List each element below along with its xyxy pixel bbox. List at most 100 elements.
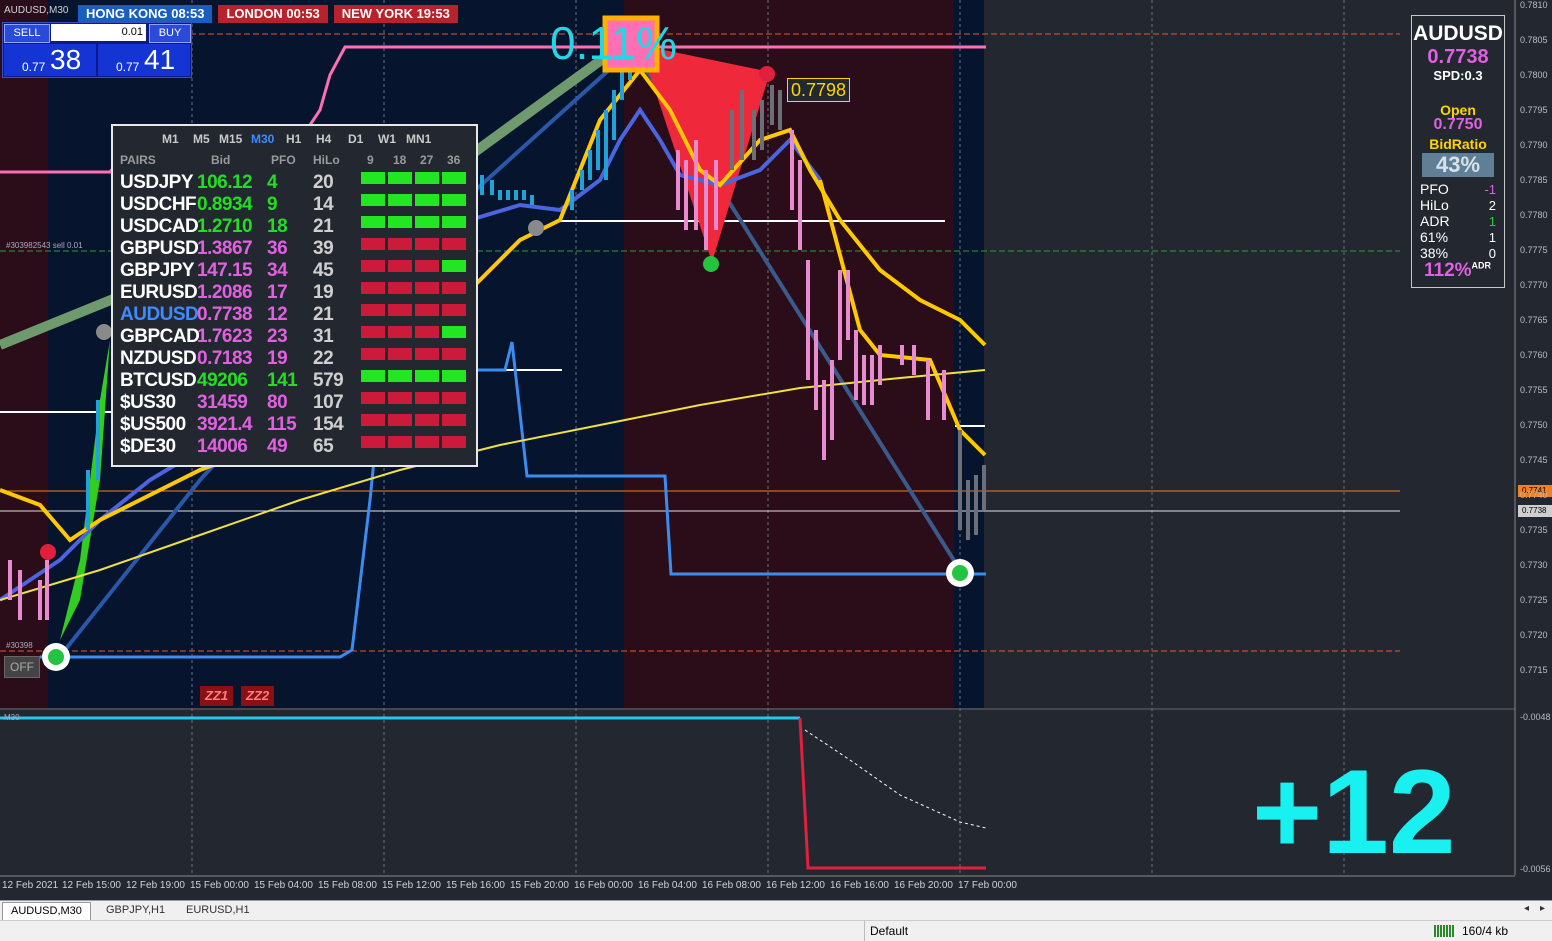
trend-bar-down bbox=[388, 392, 412, 404]
pair-row[interactable]: NZDUSD 0.7183 19 22 bbox=[113, 348, 476, 370]
trend-bar-down bbox=[442, 348, 466, 360]
trend-bar-up bbox=[361, 370, 385, 382]
buy-price[interactable]: 0.77 41 bbox=[98, 44, 190, 76]
chart-area[interactable]: 0.7741 0.7738 AUDUSD,M30 HONG KONG 08:53… bbox=[0, 0, 1552, 900]
grey-marker-2 bbox=[96, 324, 112, 340]
pair-row[interactable]: USDJPY 106.12 4 20 bbox=[113, 172, 476, 194]
pair-symbol: EURUSD bbox=[120, 282, 198, 303]
tf-h1[interactable]: H1 bbox=[286, 132, 301, 146]
tab-gbpjpy-h1[interactable]: GBPJPY,H1 bbox=[98, 902, 173, 919]
price-axis-label: 0.7735 bbox=[1520, 525, 1548, 535]
tf-m5[interactable]: M5 bbox=[193, 132, 210, 146]
pair-pfo: 36 bbox=[267, 238, 288, 259]
trend-bar-up bbox=[388, 172, 412, 184]
sell-button[interactable]: SELL bbox=[4, 24, 50, 43]
trend-bar-up bbox=[361, 172, 385, 184]
pair-row[interactable]: EURUSD 1.2086 17 19 bbox=[113, 282, 476, 304]
info-stat-value: -1 bbox=[1484, 182, 1496, 197]
header-pairs: PAIRS bbox=[120, 153, 156, 167]
big-counter: +12 bbox=[1252, 745, 1456, 879]
trade-note-sell: #303982543 sell 0.01 bbox=[6, 241, 83, 250]
pair-pfo: 17 bbox=[267, 282, 288, 303]
pair-bid: 0.7738 bbox=[197, 304, 253, 325]
tf-h4[interactable]: H4 bbox=[316, 132, 331, 146]
tf-d1[interactable]: D1 bbox=[348, 132, 363, 146]
trend-bar-down bbox=[388, 348, 412, 360]
adr-sup: ADR bbox=[1471, 260, 1492, 271]
time-axis-label: 15 Feb 12:00 bbox=[382, 880, 441, 891]
pair-symbol: USDCAD bbox=[120, 216, 199, 237]
info-stat-label: 38% bbox=[1420, 245, 1449, 261]
tab-scroll-right-icon[interactable]: ▸ bbox=[1540, 903, 1545, 914]
tab-eurusd-h1[interactable]: EURUSD,H1 bbox=[178, 902, 258, 919]
pair-row[interactable]: GBPUSD 1.3867 36 39 bbox=[113, 238, 476, 260]
pair-bid: 106.12 bbox=[197, 172, 253, 193]
trend-bar-down bbox=[361, 414, 385, 426]
price-axis-label: 0.7785 bbox=[1520, 175, 1548, 185]
tf-m1[interactable]: M1 bbox=[162, 132, 179, 146]
zigzag-low-marker bbox=[703, 256, 719, 272]
pair-symbol: BTCUSD bbox=[120, 370, 197, 391]
time-axis-label: 15 Feb 04:00 bbox=[254, 880, 313, 891]
price-axis-label: 0.7760 bbox=[1520, 350, 1548, 360]
pair-row[interactable]: GBPJPY 147.15 34 45 bbox=[113, 260, 476, 282]
tab-scroll-left-icon[interactable]: ◂ bbox=[1524, 903, 1529, 914]
pair-row[interactable]: $DE30 14006 49 65 bbox=[113, 436, 476, 458]
tf-m15[interactable]: M15 bbox=[219, 132, 242, 146]
tf-m30[interactable]: M30 bbox=[251, 132, 274, 146]
pair-row[interactable]: USDCHF 0.8934 9 14 bbox=[113, 194, 476, 216]
info-spread: SPD:0.3 bbox=[1433, 68, 1483, 83]
trend-bar-down bbox=[415, 304, 439, 316]
pair-hilo: 65 bbox=[313, 436, 334, 457]
pair-row[interactable]: $US30 31459 80 107 bbox=[113, 392, 476, 414]
pair-symbol: $US500 bbox=[120, 414, 186, 435]
lot-size-input[interactable]: 0.01 bbox=[51, 24, 146, 41]
info-stat-label: HiLo bbox=[1420, 197, 1449, 213]
pair-row[interactable]: USDCAD 1.2710 18 21 bbox=[113, 216, 476, 238]
time-axis-label: 12 Feb 15:00 bbox=[62, 880, 121, 891]
price-axis-label: 0.7745 bbox=[1520, 455, 1548, 465]
header-pfo: PFO bbox=[271, 153, 296, 167]
pair-pfo: 115 bbox=[267, 414, 297, 435]
pair-bid: 3921.4 bbox=[197, 414, 253, 435]
sub-axis-top: -0.0048 bbox=[1520, 712, 1551, 722]
pair-bid: 0.8934 bbox=[197, 194, 253, 215]
time-axis-label: 16 Feb 16:00 bbox=[830, 880, 889, 891]
trend-bar-up bbox=[442, 260, 466, 272]
pair-hilo: 107 bbox=[313, 392, 344, 413]
trend-bar-down bbox=[415, 348, 439, 360]
pair-row[interactable]: AUDUSD 0.7738 12 21 bbox=[113, 304, 476, 326]
off-button[interactable]: OFF bbox=[4, 656, 40, 678]
buy-button[interactable]: BUY bbox=[149, 24, 191, 43]
tf-w1[interactable]: W1 bbox=[378, 132, 396, 146]
pair-symbol: GBPUSD bbox=[120, 238, 199, 259]
price-axis-label: 0.7730 bbox=[1520, 560, 1548, 570]
time-axis-label: 15 Feb 20:00 bbox=[510, 880, 569, 891]
info-stat-value: 2 bbox=[1488, 198, 1496, 213]
zz2-button[interactable]: ZZ2 bbox=[241, 686, 275, 706]
sell-price[interactable]: 0.77 38 bbox=[4, 44, 96, 76]
pair-hilo: 31 bbox=[313, 326, 334, 347]
trend-bar-up bbox=[388, 216, 412, 228]
pair-row[interactable]: GBPCAD 1.7623 23 31 bbox=[113, 326, 476, 348]
zz1-button[interactable]: ZZ1 bbox=[200, 686, 234, 706]
price-axis-label: 0.7725 bbox=[1520, 595, 1548, 605]
trend-bar-down bbox=[388, 326, 412, 338]
trend-bar-down bbox=[442, 282, 466, 294]
grey-marker bbox=[528, 220, 544, 236]
pair-row[interactable]: BTCUSD 49206 141 579 bbox=[113, 370, 476, 392]
price-axis-label: 0.7765 bbox=[1520, 315, 1548, 325]
header-9: 9 bbox=[367, 153, 374, 167]
time-axis-label: 16 Feb 12:00 bbox=[766, 880, 825, 891]
price-axis-label: 0.7790 bbox=[1520, 140, 1548, 150]
trend-bar-down bbox=[388, 304, 412, 316]
pair-row[interactable]: $US500 3921.4 115 154 bbox=[113, 414, 476, 436]
session-hong-kong: HONG KONG 08:53 bbox=[78, 5, 213, 23]
pair-pfo: 4 bbox=[267, 172, 278, 193]
tab-audusd-m30[interactable]: AUDUSD,M30 bbox=[2, 902, 91, 920]
tf-mn1[interactable]: MN1 bbox=[406, 132, 431, 146]
info-stat-value: 0 bbox=[1488, 246, 1496, 261]
price-axis-label: 0.7715 bbox=[1520, 665, 1548, 675]
trend-bar-down bbox=[388, 414, 412, 426]
pair-bid: 1.3867 bbox=[197, 238, 253, 259]
